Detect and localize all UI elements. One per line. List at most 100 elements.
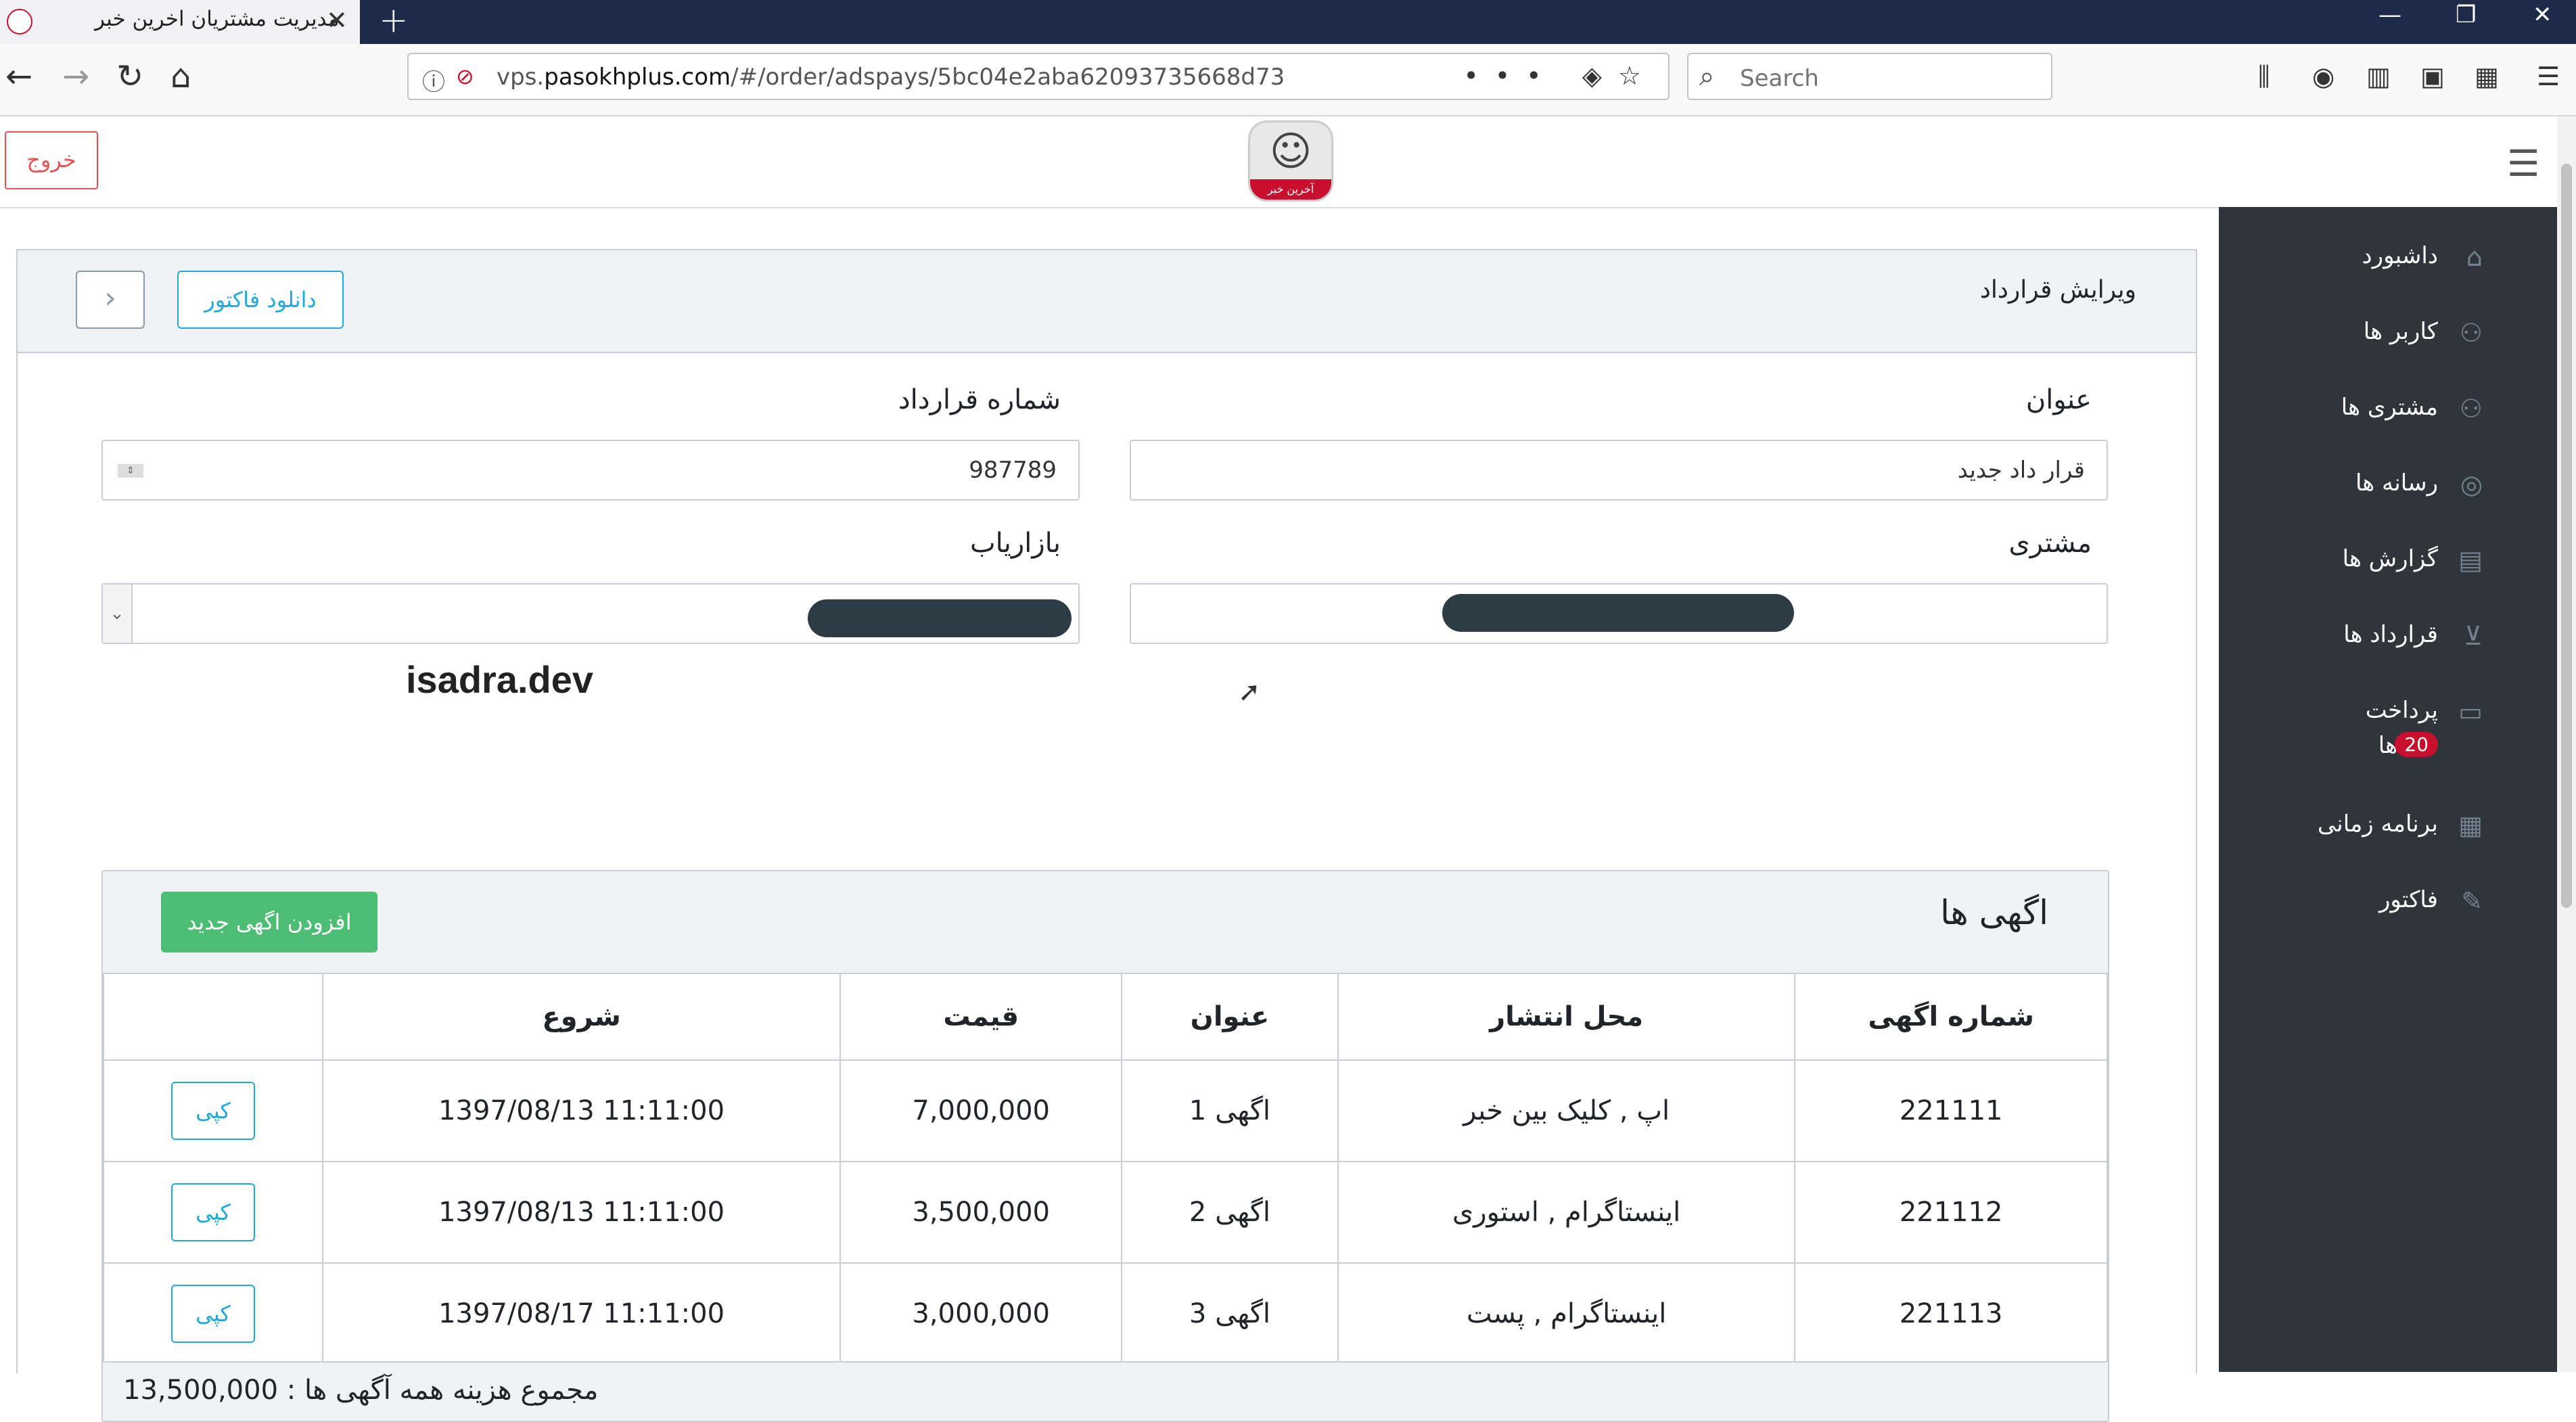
tab-title: مدیریت مشتریان اخرین خبر	[95, 7, 340, 31]
back-arrow-icon[interactable]: ←	[5, 58, 32, 95]
edit-icon: ✎	[2461, 886, 2483, 916]
ad-price-cell: 7,000,000	[840, 1059, 1123, 1162]
new-tab-button[interactable]: +	[379, 0, 409, 41]
pocket-icon[interactable]: ◈	[1582, 61, 1618, 91]
ad-action-cell: کپی	[103, 1262, 323, 1365]
card-header: ویرایش قرارداد دانلود فاکتور ‹	[18, 250, 2196, 353]
calendar-icon: ▦	[2458, 810, 2483, 840]
table-header-row: شماره اگهی محل انتشار عنوان قیمت شروع	[103, 973, 2108, 1061]
ad-title-cell: اگهی 1	[1121, 1059, 1339, 1162]
marketer-select[interactable]: ⌄	[101, 583, 1080, 644]
reload-icon[interactable]: ↻	[116, 58, 143, 95]
hamburger-menu-icon[interactable]: ☰	[2507, 142, 2539, 185]
copy-button[interactable]: کپی	[170, 1082, 255, 1140]
search-icon: ⌕	[1699, 61, 1715, 92]
ad-start-cell: 1397/08/13 11:11:00	[321, 1161, 842, 1264]
customer-label: مشتری	[2008, 528, 2092, 559]
payments-count-badge: 20	[2395, 732, 2438, 757]
browser-tab-bar: مدیریت مشتریان اخرین خبر ✕ + — ❐ ✕	[0, 0, 2576, 44]
table-row: 221113 اینستاگرام , پست اگهی 3 3,000,000…	[103, 1262, 2108, 1365]
column-header: شروع	[321, 973, 842, 1061]
insecure-lock-icon[interactable]: ⊘	[456, 64, 474, 89]
chevron-down-icon[interactable]: ⌄	[103, 584, 133, 643]
instagram-icon: ◎	[2460, 469, 2483, 499]
library-icon[interactable]: ⫼	[2258, 62, 2270, 92]
table-row: 221111 اپ , کلیک بین خبر اگهی 1 7,000,00…	[103, 1059, 2108, 1162]
sidebar-item-media[interactable]: ◎ رسانه ها	[2219, 463, 2557, 524]
contract-number-input[interactable]: 987789 ⇕	[101, 440, 1080, 501]
ad-title-cell: اگهی 2	[1121, 1161, 1339, 1264]
download-invoice-button[interactable]: دانلود فاکتور	[177, 271, 344, 329]
bookmark-star-icon[interactable]: ☆	[1618, 61, 1657, 91]
logo[interactable]: ☺ آخرین خبر	[1248, 120, 1333, 202]
back-button[interactable]: ‹	[76, 271, 145, 329]
ads-title: اگهی ها	[1940, 893, 2048, 932]
copy-button[interactable]: کپی	[170, 1285, 255, 1343]
url-text[interactable]: vps.pasokhplus.com/#/order/adspays/5bc04…	[497, 64, 1285, 91]
copy-button[interactable]: کپی	[170, 1183, 255, 1241]
column-header: عنوان	[1121, 973, 1339, 1061]
ads-table: شماره اگهی محل انتشار عنوان قیمت شروع 22…	[103, 973, 2108, 1365]
smiley-icon: ☺	[1269, 128, 1312, 175]
ads-footer: مجموع هزینه همه آگهی ها : 13,500,000	[103, 1361, 2108, 1421]
close-window-icon[interactable]: ✕	[2533, 1, 2552, 28]
redacted-marketer-value	[808, 599, 1072, 637]
ads-card: اگهی ها افزودن اگهی جدید شماره اگهی محل …	[101, 870, 2109, 1422]
logo-text: آخرین خبر	[1250, 179, 1331, 200]
sidebar-item-payments[interactable]: ▭ پرداخت ها 20	[2219, 690, 2557, 778]
table-row: 221112 اینستاگرام , استوری اگهی 2 3,500,…	[103, 1161, 2108, 1264]
minimize-icon[interactable]: —	[2378, 1, 2401, 28]
column-header: قیمت	[840, 973, 1123, 1061]
ad-number-cell: 221113	[1794, 1262, 2108, 1365]
extension-icon[interactable]: ◉	[2312, 62, 2334, 91]
page-content: خروج ☺ آخرین خبر ☰ ⌂ داشبورد ⚇ کاربر ها …	[0, 116, 2557, 1422]
contract-number-label: شماره قرارداد	[898, 384, 1061, 415]
contract-number-value: 987789	[969, 457, 1057, 484]
scrollbar-thumb[interactable]	[2561, 164, 2572, 908]
ad-title-cell: اگهی 3	[1121, 1262, 1339, 1365]
users-icon: ⚇	[2459, 394, 2483, 423]
more-actions-icon[interactable]: •••	[1463, 61, 1557, 91]
restore-icon[interactable]: ❐	[2456, 1, 2476, 28]
ad-place-cell: اینستاگرام , استوری	[1337, 1161, 1796, 1264]
sidebar-item-customers[interactable]: ⚇ مشتری ها	[2219, 387, 2557, 448]
sidebar-item-users[interactable]: ⚇ کاربر ها	[2219, 311, 2557, 372]
url-bar[interactable]: ⓘ ⊘ vps.pasokhplus.com/#/order/adspays/5…	[407, 53, 1670, 100]
ad-action-cell: کپی	[103, 1161, 323, 1264]
mouse-cursor-icon: ➚	[1238, 676, 1261, 708]
sidebar-item-reports[interactable]: ▤ گزارش ها	[2219, 538, 2557, 599]
close-tab-icon[interactable]: ✕	[326, 5, 348, 35]
ad-place-cell: اینستاگرام , پست	[1337, 1262, 1796, 1365]
watermark-text: isadra.dev	[406, 658, 594, 701]
page-scrollbar[interactable]	[2557, 116, 2576, 1372]
title-input[interactable]: قرار داد جدید	[1130, 440, 2108, 501]
home-icon[interactable]: ⌂	[170, 58, 191, 95]
ad-number-cell: 221112	[1794, 1161, 2108, 1264]
ads-header: اگهی ها افزودن اگهی جدید	[103, 871, 2108, 974]
column-header	[103, 973, 323, 1061]
info-icon[interactable]: ⓘ	[422, 64, 445, 97]
search-input[interactable]: ⌕ Search	[1687, 53, 2052, 100]
column-header: محل انتشار	[1337, 973, 1796, 1061]
number-stepper-icon[interactable]: ⇕	[118, 464, 143, 478]
ad-start-cell: 1397/08/13 11:11:00	[321, 1059, 842, 1162]
page-title: ویرایش قرارداد	[1979, 276, 2136, 304]
title-label: عنوان	[2025, 384, 2092, 415]
app-header: خروج ☺ آخرین خبر ☰	[0, 116, 2557, 208]
customer-select[interactable]	[1130, 583, 2108, 644]
sidebar-item-contracts[interactable]: ⊻ قرارداد ها	[2219, 614, 2557, 675]
forward-arrow-icon[interactable]: →	[62, 58, 89, 95]
sidebar-item-schedule[interactable]: ▦ برنامه زمانی	[2219, 804, 2557, 865]
url-actions: ••• ◈☆	[1463, 61, 1657, 91]
add-ad-button[interactable]: افزودن اگهی جدید	[161, 892, 377, 953]
cart-icon: ⊻	[2464, 621, 2483, 651]
logout-button[interactable]: خروج	[5, 131, 98, 189]
screenshot-icon[interactable]: ▣	[2420, 62, 2445, 91]
sidebar-item-invoice[interactable]: ✎ فاکتور	[2219, 879, 2557, 940]
qr-icon[interactable]: ▦	[2475, 62, 2499, 91]
sidebar-item-dashboard[interactable]: ⌂ داشبورد	[2219, 235, 2557, 296]
book-icon: ▤	[2458, 545, 2483, 575]
browser-menu-icon[interactable]: ☰	[2537, 62, 2560, 91]
sidebar-toggle-icon[interactable]: ▥	[2366, 62, 2391, 91]
browser-tab[interactable]: مدیریت مشتریان اخرین خبر ✕	[0, 0, 360, 44]
